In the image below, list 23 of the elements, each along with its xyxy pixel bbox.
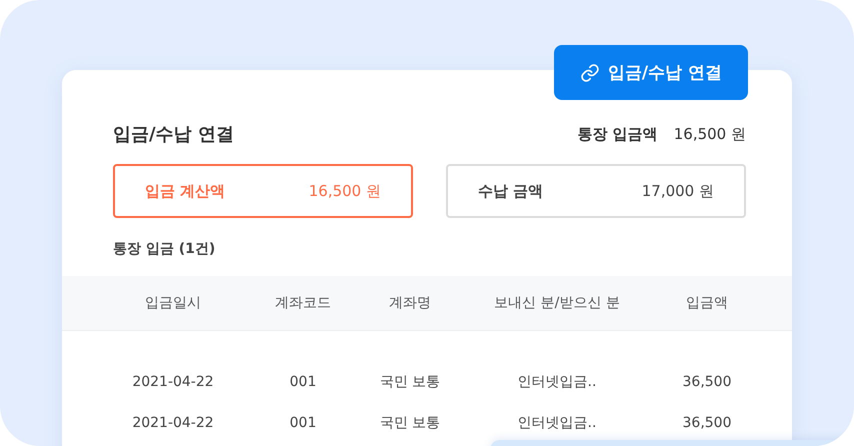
column-header: 입금일시 (144, 294, 202, 312)
deposit-amount: 16,500 원 (674, 124, 746, 144)
deposit-label: 통장 입금액 (578, 124, 658, 144)
table-cell-text: 001 (288, 414, 318, 430)
table-cell-text: 36,500 (682, 414, 732, 430)
table-cell-text: 인터넷입금.. (516, 372, 598, 390)
amount-card[interactable]: 입금 계산액 16,500 원 (113, 164, 413, 218)
table-cell-text: 36,500 (682, 374, 732, 390)
table-cell-text: 국민 보통 (378, 372, 442, 390)
column-header: 계좌코드 (274, 294, 332, 312)
column-header: 계좌명 (388, 294, 432, 312)
amount-card[interactable]: 수납 금액 17,000 원 (446, 164, 746, 218)
table-cell-text: 001 (288, 374, 318, 390)
column-header: 입금액 (685, 294, 729, 312)
link-button[interactable]: 입금/수납 연결 (554, 45, 748, 100)
table-cell-text: 인터넷입금.. (516, 414, 598, 432)
link-icon (580, 62, 600, 82)
panel-title: 입금/수납 연결 (113, 123, 234, 146)
section-title: 통장 입금 (1건) (113, 240, 216, 258)
table-cell-text: 국민 보통 (378, 414, 442, 432)
table-cell-text: 2021-04-22 (131, 414, 215, 430)
column-header: 보내신 분/받으신 분 (493, 294, 621, 312)
table-cell-text: 2021-04-22 (131, 374, 215, 390)
